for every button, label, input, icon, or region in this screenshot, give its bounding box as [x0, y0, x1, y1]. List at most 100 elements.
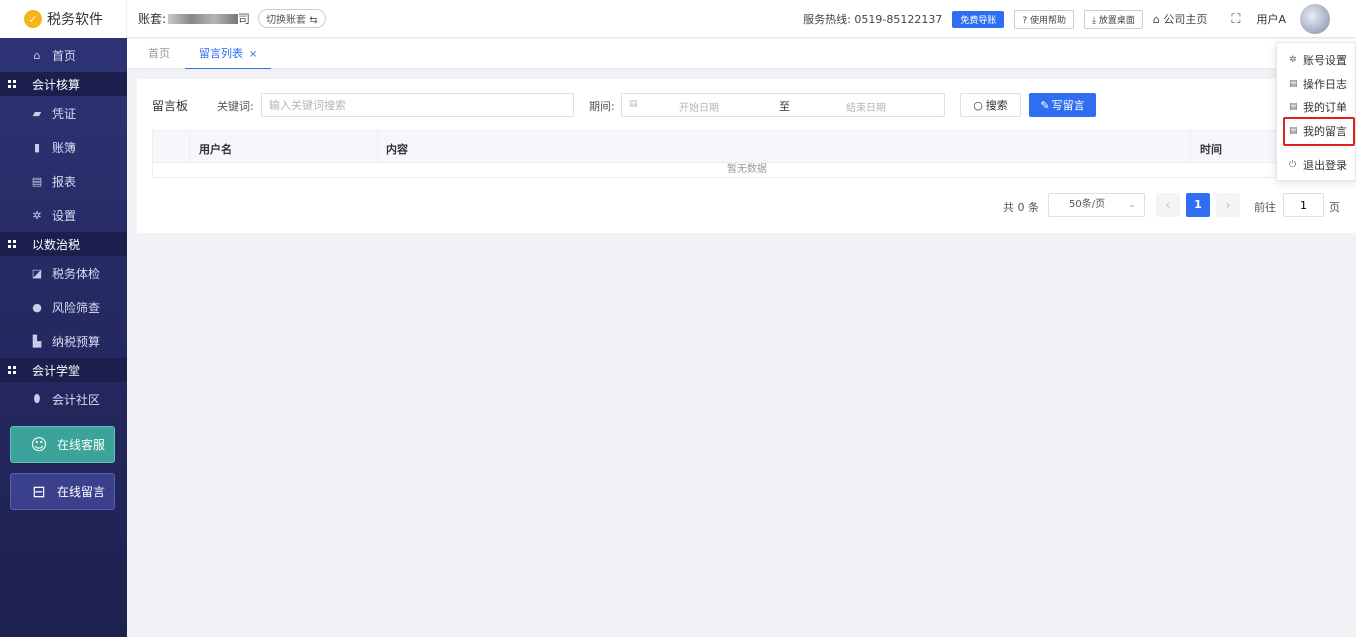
- sidebar-item-community[interactable]: ⬮ 会计社区: [0, 382, 127, 416]
- keyword-search-input[interactable]: [261, 93, 574, 117]
- sidebar-item-home[interactable]: ⌂ 首页: [0, 38, 127, 72]
- menu-item-operation-log[interactable]: ▤ 操作日志: [1277, 73, 1356, 95]
- menu-item-account-settings[interactable]: ✲ 账号设置: [1277, 49, 1356, 71]
- menu-item-label: 退出登录: [1303, 159, 1347, 172]
- document-icon: ▤: [1289, 102, 1298, 112]
- fullscreen-icon[interactable]: ⛶: [1231, 12, 1240, 27]
- user-dropdown-menu: ✲ 账号设置 ▤ 操作日志 ▤ 我的订单 ▤ 我的留言 ⏻ 退出登录: [1276, 42, 1356, 181]
- date-separator: 至: [779, 100, 790, 113]
- chart-icon: ◪: [31, 266, 43, 280]
- grid-icon: [8, 240, 16, 248]
- online-message-button[interactable]: ⊟ 在线留言: [10, 473, 115, 510]
- sidebar-item-settings[interactable]: ✲ 设置: [0, 198, 127, 232]
- menu-item-my-messages[interactable]: ▤ 我的留言: [1277, 120, 1356, 142]
- home-icon: ⌂: [33, 48, 41, 62]
- risk-icon: ●: [32, 300, 42, 314]
- sidebar-item-label: 纳税预算: [52, 334, 101, 349]
- tab-label: 留言列表: [199, 47, 243, 60]
- menu-item-label: 我的订单: [1303, 101, 1347, 114]
- write-button-label: 写留言: [1051, 99, 1085, 112]
- free-guide-button[interactable]: 免费导账: [952, 10, 1005, 28]
- sidebar-item-label: 凭证: [52, 106, 77, 121]
- location-icon: ⬮: [33, 392, 41, 405]
- sidebar-item-label: 会计社区: [52, 392, 101, 407]
- sidebar: ✓ 税务软件 ⌂ 首页 会计核算 ▰ 凭证 ▮ 账簿 ▤ 报表 ✲ 设置 以数治…: [0, 0, 127, 637]
- page-size-value: 50条/页: [1069, 199, 1106, 210]
- sidebar-item-label: 设置: [52, 208, 77, 223]
- gear-icon: ✲: [1289, 55, 1297, 65]
- avatar[interactable]: [1300, 4, 1330, 34]
- goto-page-input[interactable]: [1283, 193, 1324, 217]
- sidebar-group-tax[interactable]: 以数治税: [0, 232, 127, 256]
- online-service-label: 在线客服: [57, 438, 106, 452]
- sidebar-item-risk-screen[interactable]: ● 风险筛查: [0, 290, 127, 324]
- service-hotline: 服务热线: 0519-85122137: [803, 13, 943, 26]
- sidebar-item-report[interactable]: ▤ 报表: [0, 164, 127, 198]
- sidebar-item-tax-budget[interactable]: ▙ 纳税预算: [0, 324, 127, 358]
- next-page-button[interactable]: ›: [1216, 193, 1240, 217]
- sidebar-item-label: 账簿: [52, 140, 77, 155]
- sidebar-group-accounting[interactable]: 会计核算: [0, 72, 127, 96]
- grid-icon: [8, 366, 16, 374]
- document-icon: ▤: [1289, 79, 1298, 89]
- tab-home[interactable]: 首页: [148, 39, 170, 69]
- page-title: 留言板: [152, 99, 189, 113]
- table-header: 用户名 内容 时间: [152, 130, 1342, 163]
- calendar-icon: ▤: [629, 99, 638, 109]
- download-icon: ⤓: [1092, 15, 1096, 26]
- switch-account-button[interactable]: 切换账套 ⇆: [258, 9, 326, 28]
- voucher-icon: ▰: [32, 106, 42, 120]
- total-count: 共 0 条: [1003, 201, 1039, 214]
- column-divider: [1190, 131, 1191, 162]
- document-icon: ▙: [32, 334, 42, 348]
- chevron-down-icon: ⌄: [1128, 200, 1136, 210]
- search-icon: ○: [973, 98, 983, 112]
- account-name-redacted: [168, 13, 239, 24]
- search-button[interactable]: ○ 搜索: [960, 93, 1021, 117]
- gear-icon: ✲: [32, 208, 42, 222]
- logo-text: 税务软件: [47, 12, 103, 28]
- sidebar-item-tax-check[interactable]: ◪ 税务体检: [0, 256, 127, 290]
- online-service-button[interactable]: ☺ 在线客服: [10, 426, 115, 463]
- column-divider: [189, 131, 190, 162]
- prev-page-button[interactable]: ‹: [1156, 193, 1180, 217]
- company-home-link[interactable]: ⌂ 公司主页: [1153, 11, 1207, 27]
- write-message-button[interactable]: ✎ 写留言: [1029, 93, 1096, 117]
- empty-state: 暂无数据: [152, 163, 1342, 178]
- power-icon: ⏻: [1289, 160, 1297, 170]
- column-header-content[interactable]: 内容: [386, 141, 408, 157]
- menu-item-label: 操作日志: [1303, 78, 1347, 91]
- desktop-shortcut-button[interactable]: ⤓ 放置桌面: [1084, 9, 1143, 29]
- page-size-select[interactable]: 50条/页 ⌄: [1048, 193, 1145, 217]
- topbar-actions: 服务热线: 0519-85122137 免费导账 ? 使用帮助 ⤓ 放置桌面 ⌂…: [803, 0, 1356, 38]
- pen-icon: ✎: [1040, 98, 1050, 112]
- message-box-icon: ⊟: [32, 482, 46, 501]
- sidebar-group-academy[interactable]: 会计学堂: [0, 358, 127, 382]
- sidebar-group-title: 会计学堂: [32, 363, 81, 378]
- tabs-bar: 首页 留言列表 ×: [127, 39, 1356, 69]
- close-icon[interactable]: ×: [249, 49, 257, 60]
- ledger-icon: ▮: [33, 140, 41, 154]
- help-icon: ?: [1022, 15, 1028, 26]
- column-header-username[interactable]: 用户名: [199, 141, 232, 157]
- menu-item-logout[interactable]: ⏻ 退出登录: [1277, 154, 1356, 176]
- menu-item-my-orders[interactable]: ▤ 我的订单: [1277, 96, 1356, 118]
- page-unit-label: 页: [1329, 201, 1340, 214]
- sidebar-item-label: 风险筛查: [52, 300, 101, 315]
- message-board-panel: 留言板 关键词: 期间: ▤ 开始日期 至 结束日期 ○ 搜索 ✎ 写留言 用户…: [137, 79, 1356, 233]
- online-message-label: 在线留言: [57, 485, 106, 499]
- start-date-input[interactable]: 开始日期: [679, 99, 719, 114]
- column-header-time[interactable]: 时间: [1200, 141, 1222, 157]
- account-name-tail: 司: [238, 12, 251, 26]
- current-page-button[interactable]: 1: [1186, 193, 1210, 217]
- sidebar-item-voucher[interactable]: ▰ 凭证: [0, 96, 127, 130]
- date-range-picker[interactable]: ▤ 开始日期 至 结束日期: [621, 93, 945, 117]
- logo-icon: ✓: [24, 10, 42, 28]
- help-button[interactable]: ? 使用帮助: [1014, 9, 1074, 29]
- logo[interactable]: ✓ 税务软件: [0, 0, 127, 38]
- user-name[interactable]: 用户A: [1256, 11, 1286, 27]
- sidebar-item-ledger[interactable]: ▮ 账簿: [0, 130, 127, 164]
- period-label: 期间:: [589, 100, 615, 113]
- end-date-input[interactable]: 结束日期: [846, 99, 886, 114]
- tab-message-list[interactable]: 留言列表 ×: [185, 39, 272, 69]
